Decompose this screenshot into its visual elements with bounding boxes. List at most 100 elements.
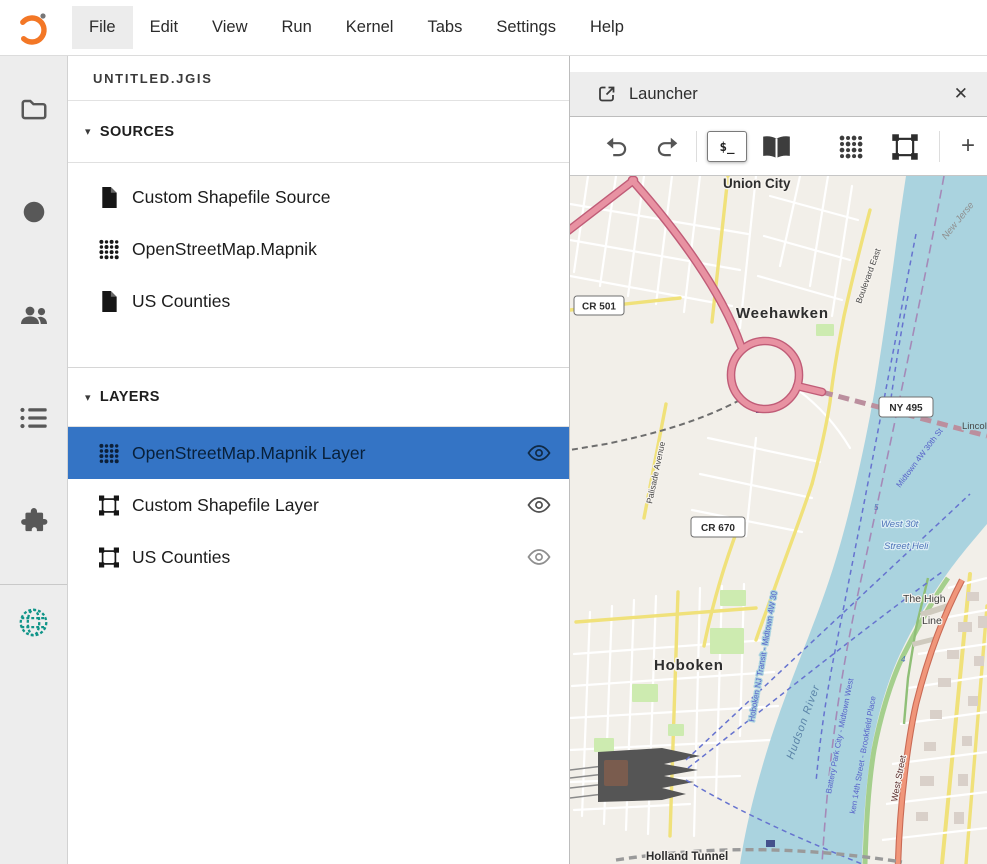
layer-visibility-toggle[interactable] <box>527 548 553 566</box>
source-item-openstreetmap[interactable]: OpenStreetMap.Mapnik <box>68 223 569 275</box>
vector-polygon-icon <box>891 133 919 161</box>
menu-run[interactable]: Run <box>265 6 329 49</box>
road-label-lincoln: Lincoln <box>962 421 987 432</box>
file-icon <box>98 289 121 313</box>
poi-label-heliport-2: Street Heli <box>884 541 929 552</box>
shield-label: CR 501 <box>582 302 616 313</box>
raster-grid-icon <box>838 134 864 160</box>
map-canvas[interactable]: CR 501 CR 670 NY 495 Union City Weehawke… <box>570 176 987 864</box>
redo-button[interactable] <box>654 134 680 160</box>
layer-visibility-toggle[interactable] <box>527 444 553 462</box>
menu-tabs[interactable]: Tabs <box>410 6 479 49</box>
dock-tab-bar: Launcher ✕ <box>570 56 987 117</box>
tab-launcher[interactable]: Launcher ✕ <box>570 72 987 117</box>
road-shield-cr501: CR 501 <box>574 296 624 315</box>
layers-list: OpenStreetMap.Mapnik Layer Custom Shapef… <box>68 427 569 583</box>
tab-label: Launcher <box>629 85 698 104</box>
source-item-label: OpenStreetMap.Mapnik <box>132 239 317 260</box>
raster-grid-icon <box>98 441 121 465</box>
vector-polygon-icon <box>98 493 121 517</box>
layer-item-label: Custom Shapefile Layer <box>132 495 319 516</box>
source-item-us-counties[interactable]: US Counties <box>68 275 569 327</box>
poi-label-high-line-1: The High <box>903 593 946 605</box>
raster-grid-icon <box>98 237 121 261</box>
source-item-custom-shapefile[interactable]: Custom Shapefile Source <box>68 171 569 223</box>
caret-down-icon: ▾ <box>85 125 91 138</box>
toolbar-separator <box>696 131 697 162</box>
sidebar-item-collaboration[interactable] <box>17 298 51 332</box>
layer-item-label: US Counties <box>132 547 230 568</box>
city-label-hoboken: Hoboken <box>654 657 724 674</box>
layer-visibility-toggle[interactable] <box>527 496 553 514</box>
toolbar-separator <box>939 131 940 162</box>
undo-icon <box>604 134 630 160</box>
menu-settings[interactable]: Settings <box>479 6 573 49</box>
poi-label-high-line-2: Line <box>922 615 942 627</box>
sidebar-item-extensions[interactable] <box>17 504 51 538</box>
source-item-label: US Counties <box>132 291 230 312</box>
add-vector-layer-button[interactable] <box>891 133 919 161</box>
jgis-left-panel: UNTITLED.JGIS ▾ SOURCES Custom Shapefile… <box>68 56 570 864</box>
panel-spacer <box>68 327 569 367</box>
list-icon <box>19 403 49 433</box>
pier-number-4: 4 <box>901 655 906 664</box>
close-icon: ✕ <box>954 84 968 103</box>
sidebar-item-running-kernels[interactable] <box>17 195 51 229</box>
add-raster-layer-button[interactable] <box>838 134 864 160</box>
activity-sidebar <box>0 56 68 864</box>
layer-item-us-counties[interactable]: US Counties <box>68 531 569 583</box>
sidebar-item-table-of-contents[interactable] <box>17 401 51 435</box>
city-label-union-city: Union City <box>723 176 791 191</box>
shield-label: CR 670 <box>701 523 735 534</box>
road-shield-ny495: NY 495 <box>879 397 933 417</box>
file-icon <box>98 185 121 209</box>
layer-item-custom-shapefile[interactable]: Custom Shapefile Layer <box>68 479 569 531</box>
menu-items: File Edit View Run Kernel Tabs Settings … <box>72 6 641 49</box>
puzzle-icon <box>19 506 49 536</box>
globe-icon <box>17 606 50 639</box>
city-label-weehawken: Weehawken <box>736 305 829 322</box>
menu-kernel[interactable]: Kernel <box>329 6 411 49</box>
redo-icon <box>654 134 680 160</box>
layers-header-label: LAYERS <box>100 389 160 405</box>
menu-edit[interactable]: Edit <box>133 6 195 49</box>
layer-item-label: OpenStreetMap.Mapnik Layer <box>132 443 365 464</box>
road-label-holland-tunnel: Holland Tunnel <box>646 851 728 863</box>
sidebar-item-file-browser[interactable] <box>17 92 51 126</box>
folder-icon <box>19 94 49 124</box>
identify-button[interactable] <box>760 133 793 161</box>
menu-help[interactable]: Help <box>573 6 641 49</box>
sidebar-item-jupytergis[interactable] <box>17 605 51 639</box>
sources-list: Custom Shapefile Source OpenStreetMap.Ma… <box>68 163 569 327</box>
close-tab-button[interactable]: ✕ <box>954 84 968 104</box>
layers-section-header[interactable]: ▾ LAYERS <box>68 367 569 427</box>
console-button[interactable]: $_ <box>707 131 747 162</box>
tunnel-vent <box>766 840 775 847</box>
book-icon <box>760 133 793 161</box>
pier-number-5: 5 <box>874 503 879 512</box>
layer-item-openstreetmap[interactable]: OpenStreetMap.Mapnik Layer <box>68 427 569 479</box>
sidebar-divider <box>0 584 67 585</box>
sources-header-label: SOURCES <box>100 124 175 140</box>
poi-label-heliport-1: West 30t <box>881 519 919 530</box>
panel-title: UNTITLED.JGIS <box>68 56 569 101</box>
eye-icon <box>527 445 551 461</box>
menu-view[interactable]: View <box>195 6 264 49</box>
add-button[interactable]: + <box>955 130 981 162</box>
shield-label: NY 495 <box>889 403 923 414</box>
menu-file[interactable]: File <box>72 6 133 49</box>
map-toolbar: $_ + <box>570 117 987 176</box>
eye-icon <box>527 549 551 565</box>
road-shield-cr670: CR 670 <box>691 517 745 537</box>
plus-icon: + <box>961 132 975 160</box>
eye-icon <box>527 497 551 513</box>
source-item-label: Custom Shapefile Source <box>132 187 330 208</box>
vector-polygon-icon <box>98 545 121 569</box>
jupyter-logo <box>12 8 52 48</box>
menu-bar: File Edit View Run Kernel Tabs Settings … <box>0 0 987 56</box>
terminal-icon: $_ <box>719 139 734 154</box>
undo-button[interactable] <box>604 134 630 160</box>
sources-section-header[interactable]: ▾ SOURCES <box>68 101 569 163</box>
caret-down-icon: ▾ <box>85 391 91 404</box>
circle-icon <box>19 197 49 227</box>
